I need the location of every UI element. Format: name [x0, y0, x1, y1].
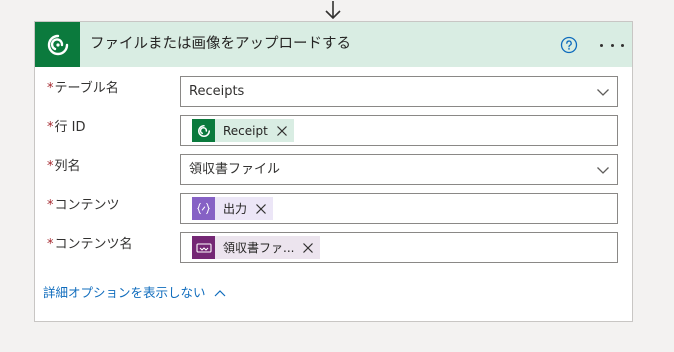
required-asterisk: * — [47, 237, 54, 252]
row-id-input[interactable]: Receipt — [180, 115, 618, 146]
required-asterisk: * — [47, 198, 54, 213]
power-apps-icon — [192, 236, 215, 259]
expression-icon — [192, 197, 215, 220]
more-ellipsis-icon[interactable] — [600, 36, 624, 54]
hide-advanced-options-link[interactable]: 詳細オプションを表示しない — [43, 284, 226, 302]
close-icon[interactable] — [255, 203, 267, 215]
row-id-label: *行 ID — [47, 120, 86, 135]
row-id-token-text: Receipt — [223, 123, 268, 138]
close-icon[interactable] — [302, 242, 314, 254]
column-name-value: 領収書ファイル — [189, 162, 281, 177]
required-asterisk: * — [47, 81, 54, 96]
row-content: *コンテンツ 出力 — [35, 193, 632, 225]
content-name-input[interactable]: 領収書ファ... — [180, 232, 618, 263]
row-column-name: *列名 領収書ファイル — [35, 154, 632, 186]
content-token[interactable]: 出力 — [192, 197, 274, 220]
chevron-down-icon — [597, 167, 609, 174]
advanced-options-label: 詳細オプションを表示しない — [43, 285, 206, 300]
content-label: *コンテンツ — [47, 198, 120, 213]
content-name-token[interactable]: 領収書ファ... — [192, 236, 321, 259]
card-title: ファイルまたは画像をアップロードする — [90, 36, 351, 52]
content-input[interactable]: 出力 — [180, 193, 618, 224]
column-name-dropdown[interactable]: 領収書ファイル — [180, 154, 618, 185]
help-circle-icon[interactable] — [560, 36, 578, 54]
dataverse-icon — [192, 119, 215, 142]
chevron-down-icon — [597, 89, 609, 96]
row-table-name: *テーブル名 Receipts — [35, 76, 632, 108]
required-asterisk: * — [47, 120, 54, 135]
row-content-name: *コンテンツ名 領収書ファ... — [35, 232, 632, 264]
flow-down-arrow-icon — [325, 1, 341, 20]
table-name-label: *テーブル名 — [47, 81, 119, 96]
required-asterisk: * — [47, 159, 54, 174]
card-header[interactable]: ファイルまたは画像をアップロードする — [35, 22, 632, 67]
action-card: ファイルまたは画像をアップロードする *テーブル名 Receipts *行 ID — [34, 21, 633, 322]
row-row-id: *行 ID Receipt — [35, 115, 632, 147]
close-icon[interactable] — [276, 125, 288, 137]
chevron-up-icon — [214, 290, 225, 297]
row-id-token[interactable]: Receipt — [192, 119, 294, 142]
content-token-text: 出力 — [223, 202, 248, 216]
content-name-token-text: 領収書ファ... — [223, 241, 295, 255]
column-name-label: *列名 — [47, 159, 81, 174]
content-name-label: *コンテンツ名 — [47, 237, 133, 252]
dataverse-icon — [35, 22, 80, 67]
table-name-value: Receipts — [189, 84, 245, 99]
table-name-dropdown[interactable]: Receipts — [180, 76, 618, 107]
